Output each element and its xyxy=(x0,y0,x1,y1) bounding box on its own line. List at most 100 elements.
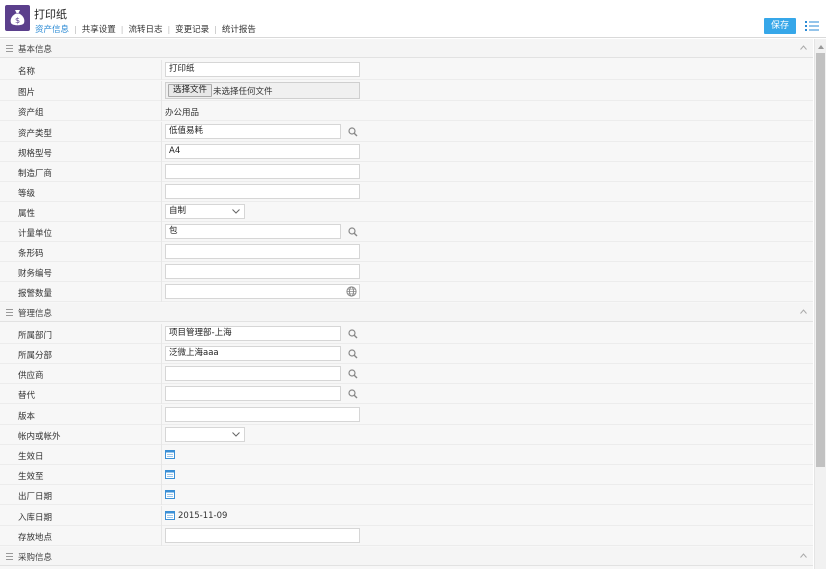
field-label: 条形码 xyxy=(18,249,44,259)
search-icon[interactable] xyxy=(348,369,358,379)
name-input[interactable]: 打印纸 xyxy=(165,62,360,77)
tab-separator: | xyxy=(167,24,171,34)
field-label: 规格型号 xyxy=(18,149,53,159)
field-row-in-out: 帐内或帐外 xyxy=(0,425,813,445)
asset-type-input[interactable]: 低值易耗 xyxy=(165,124,341,139)
finance-number-input[interactable] xyxy=(165,264,360,279)
section-menu-icon xyxy=(6,553,13,560)
search-icon[interactable] xyxy=(348,127,358,137)
section-management-info[interactable]: 管理信息 xyxy=(0,303,813,322)
section-basic-info[interactable]: 基本信息 xyxy=(0,39,813,58)
spec-input[interactable]: A4 xyxy=(165,144,360,159)
section-title: 基本信息 xyxy=(18,45,53,55)
calendar-icon[interactable] xyxy=(165,469,175,479)
field-row-type: 资产类型 低值易耗 xyxy=(0,122,813,142)
section-title: 管理信息 xyxy=(18,309,53,319)
alert-quantity-input[interactable] xyxy=(165,284,360,299)
version-input[interactable] xyxy=(165,407,360,422)
unit-input[interactable]: 包 xyxy=(165,224,341,239)
field-row-attribute: 属性 自制 xyxy=(0,202,813,222)
field-row-finance-no: 财务编号 xyxy=(0,262,813,282)
page-header: $ 打印纸 资产信息 | 共享设置 | 流转日志 | 变更记录 | 统计报告 保… xyxy=(0,0,826,38)
globe-icon[interactable] xyxy=(346,286,357,297)
tab-flow-log[interactable]: 流转日志 xyxy=(127,23,163,35)
field-row-stock-date: 入库日期 2015-11-09 xyxy=(0,506,813,526)
field-label: 报警数量 xyxy=(18,289,53,299)
file-status-text: 未选择任何文件 xyxy=(213,87,273,97)
field-row-unit: 计量单位 包 xyxy=(0,222,813,242)
calendar-icon[interactable] xyxy=(165,489,175,499)
location-input[interactable] xyxy=(165,528,360,543)
field-label: 生效日 xyxy=(18,452,44,462)
attribute-select[interactable]: 自制 xyxy=(165,204,245,219)
branch-input[interactable]: 泛微上海aaa xyxy=(165,346,341,361)
scroll-up-arrow-icon[interactable] xyxy=(818,45,824,49)
form-content: 基本信息 名称 打印纸 图片 选择文件 未选择任何文件 资产组 办公用品 资产类… xyxy=(0,39,813,569)
field-row-name: 名称 打印纸 xyxy=(0,60,813,80)
field-label: 属性 xyxy=(18,209,36,219)
field-label: 版本 xyxy=(18,412,36,422)
field-label: 财务编号 xyxy=(18,269,53,279)
field-label: 资产组 xyxy=(18,108,44,118)
chevron-down-icon xyxy=(232,209,240,214)
chevron-up-icon[interactable] xyxy=(800,553,807,558)
stock-date-value: 2015-11-09 xyxy=(178,511,228,521)
field-label: 所属分部 xyxy=(18,351,53,361)
field-label: 替代 xyxy=(18,391,36,401)
field-row-version: 版本 xyxy=(0,405,813,425)
supplier-input[interactable] xyxy=(165,366,341,381)
barcode-input[interactable] xyxy=(165,244,360,259)
field-row-supplier: 供应商 xyxy=(0,364,813,384)
in-out-account-select[interactable] xyxy=(165,427,245,442)
save-button[interactable]: 保存 xyxy=(764,18,796,34)
search-icon[interactable] xyxy=(348,389,358,399)
grade-input[interactable] xyxy=(165,184,360,199)
tab-asset-info[interactable]: 资产信息 xyxy=(34,23,70,35)
field-row-manufacturer: 制造厂商 xyxy=(0,162,813,182)
field-label: 所属部门 xyxy=(18,331,53,341)
section-menu-icon xyxy=(6,309,13,316)
chevron-up-icon[interactable] xyxy=(800,45,807,50)
section-purchase-info[interactable]: 采购信息 xyxy=(0,547,813,566)
section-menu-icon xyxy=(6,45,13,52)
substitute-input[interactable] xyxy=(165,386,341,401)
calendar-icon[interactable] xyxy=(165,449,175,459)
department-input[interactable]: 项目管理部-上海 xyxy=(165,326,341,341)
search-icon[interactable] xyxy=(348,227,358,237)
chevron-down-icon xyxy=(232,432,240,437)
list-menu-icon[interactable] xyxy=(805,20,819,32)
scrollbar-thumb[interactable] xyxy=(816,53,825,467)
field-row-effective-date: 生效日 xyxy=(0,445,813,465)
field-row-location: 存放地点 xyxy=(0,526,813,546)
svg-text:$: $ xyxy=(15,16,20,25)
field-row-grade: 等级 xyxy=(0,182,813,202)
field-label: 出厂日期 xyxy=(18,492,53,502)
field-label: 生效至 xyxy=(18,472,44,482)
choose-file-button[interactable]: 选择文件 xyxy=(168,84,213,97)
tab-change-log[interactable]: 变更记录 xyxy=(174,23,210,35)
field-label: 供应商 xyxy=(18,371,44,381)
field-row-substitute: 替代 xyxy=(0,384,813,404)
tab-separator: | xyxy=(74,24,77,34)
field-row-factory-date: 出厂日期 xyxy=(0,485,813,505)
calendar-icon[interactable] xyxy=(165,510,175,520)
tab-stats-report[interactable]: 统计报告 xyxy=(221,23,257,35)
page-title: 打印纸 xyxy=(34,8,67,21)
field-label: 等级 xyxy=(18,189,36,199)
search-icon[interactable] xyxy=(348,349,358,359)
chevron-up-icon[interactable] xyxy=(800,309,807,314)
field-row-group: 资产组 办公用品 xyxy=(0,101,813,121)
tab-share-settings[interactable]: 共享设置 xyxy=(81,23,117,35)
search-icon[interactable] xyxy=(348,329,358,339)
field-label: 名称 xyxy=(18,67,36,77)
field-label: 制造厂商 xyxy=(18,169,53,179)
manufacturer-input[interactable] xyxy=(165,164,360,179)
image-file-picker: 选择文件 未选择任何文件 xyxy=(165,82,360,99)
field-label: 入库日期 xyxy=(18,513,53,523)
asset-group-value: 办公用品 xyxy=(165,108,200,118)
vertical-scrollbar[interactable] xyxy=(814,39,826,569)
field-label: 存放地点 xyxy=(18,533,53,543)
attribute-selected-value: 自制 xyxy=(169,206,187,216)
field-row-branch: 所属分部 泛微上海aaa xyxy=(0,344,813,364)
section-title: 采购信息 xyxy=(18,553,53,563)
